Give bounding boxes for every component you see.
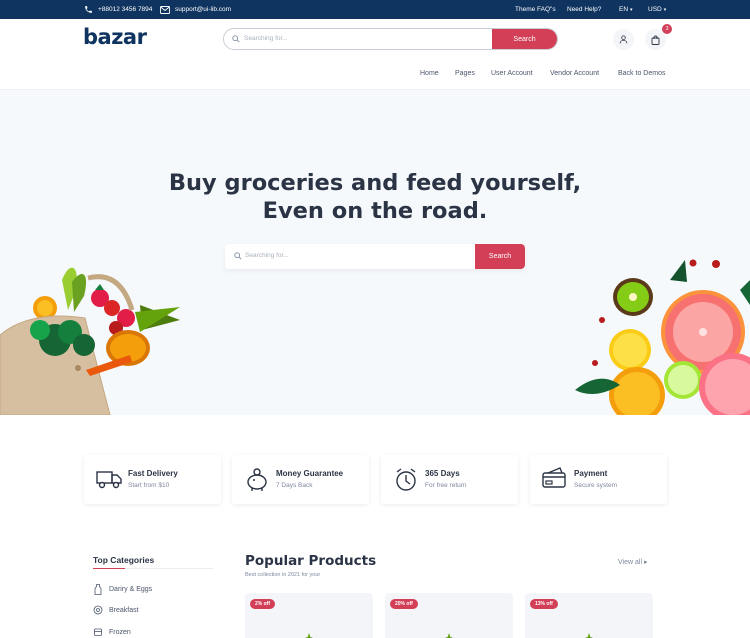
service-title: Money Guarantee — [276, 469, 344, 478]
popular-products-title: Popular Products — [245, 553, 377, 569]
hero-search-button[interactable]: Search — [475, 244, 525, 269]
chevron-right-icon: ▸ — [643, 559, 648, 566]
popular-products-subtitle: Best collection in 2021 for your — [245, 572, 321, 578]
service-title: 365 Days — [425, 469, 460, 478]
service-card-payment[interactable]: Payment Secure system — [530, 455, 667, 504]
category-item-frozen[interactable]: Frozen — [93, 626, 131, 638]
need-help-label: Need Help? — [567, 6, 602, 13]
product-image — [445, 633, 453, 638]
phone-number: +88012 3456 7894 — [98, 6, 153, 13]
email-contact[interactable]: support@ui-lib.com — [160, 0, 231, 19]
account-button[interactable] — [613, 29, 634, 50]
shopping-bag-icon — [651, 35, 660, 45]
service-card-fast-delivery[interactable]: Fast Delivery Start from $10 — [84, 455, 221, 504]
hero-search-input[interactable]: Searching for... — [245, 252, 289, 259]
service-title: Payment — [574, 469, 608, 478]
category-label: Breakfast — [109, 606, 139, 614]
alarm-clock-icon — [396, 468, 416, 491]
need-help-link[interactable]: Need Help? — [567, 0, 601, 19]
language-select[interactable]: EN ▾ — [619, 0, 633, 19]
phone-contact[interactable]: +88012 3456 7894 — [84, 0, 152, 19]
theme-faq-link[interactable]: Theme FAQ"s — [515, 0, 556, 19]
search-input[interactable]: Searching for... — [244, 35, 288, 42]
chevron-down-icon: ▾ — [630, 6, 633, 13]
category-item-breakfast[interactable]: Breakfast — [93, 604, 139, 616]
language-value: EN — [619, 6, 629, 13]
view-all-label: View all — [618, 559, 642, 566]
brand-logo[interactable]: bazar — [83, 25, 147, 49]
discount-badge: 13% off — [530, 599, 558, 609]
grocery-bag-image — [0, 267, 180, 415]
email-address: support@ui-lib.com — [175, 6, 232, 13]
category-label: Dariry & Eggs — [109, 585, 153, 593]
search-icon — [234, 252, 242, 260]
hero-title-line-1: Buy groceries and feed yourself, — [168, 170, 582, 196]
product-card[interactable]: 2% off — [245, 593, 373, 638]
search-button[interactable]: Search — [492, 29, 557, 49]
service-subtitle: Secure system — [574, 482, 617, 489]
hero-search: Searching for... Search — [225, 244, 525, 269]
frozen-icon — [94, 628, 102, 636]
product-image — [305, 633, 313, 638]
service-card-365-days[interactable]: 365 Days For free return — [381, 455, 518, 504]
header-search: Searching for... Search — [223, 28, 558, 50]
service-subtitle: Start from $10 — [128, 482, 170, 489]
hero-title-line-2: Even on the road. — [262, 198, 488, 224]
phone-icon — [85, 6, 92, 13]
theme-faq-label: Theme FAQ"s — [515, 6, 556, 13]
product-card[interactable]: 20% off — [385, 593, 513, 638]
view-all-link[interactable]: View all ▸ — [618, 558, 647, 566]
discount-badge: 2% off — [250, 599, 275, 609]
discount-badge: 20% off — [390, 599, 418, 609]
site-header: bazar Searching for... Search 3 Home Pag… — [0, 19, 750, 90]
service-card-money-guarantee[interactable]: Money Guarantee 7 Days Back — [232, 455, 369, 504]
fruits-image — [575, 259, 750, 415]
nav-vendor-account[interactable]: Vendor Account — [550, 70, 599, 82]
hero-banner: Buy groceries and feed yourself, Even on… — [0, 90, 750, 415]
user-icon — [619, 35, 628, 44]
service-subtitle: 7 Days Back — [276, 482, 313, 489]
breakfast-icon — [93, 605, 103, 615]
product-image — [585, 633, 593, 638]
piggy-bank-icon — [247, 468, 267, 491]
search-icon — [232, 35, 240, 43]
categories-divider-accent — [93, 568, 125, 569]
mail-icon — [160, 5, 170, 14]
product-card[interactable]: 13% off — [525, 593, 653, 638]
credit-card-icon — [542, 467, 566, 488]
service-title: Fast Delivery — [128, 469, 178, 478]
nav-user-account[interactable]: User Account — [491, 70, 533, 82]
truck-icon — [96, 471, 122, 489]
nav-pages[interactable]: Pages — [455, 70, 475, 82]
nav-home[interactable]: Home — [420, 70, 439, 82]
top-bar: +88012 3456 7894 support@ui-lib.com Them… — [0, 0, 750, 19]
category-item-dairy-eggs[interactable]: Dariry & Eggs — [93, 583, 152, 595]
nav-back-to-demos[interactable]: Back to Demos — [618, 70, 665, 82]
cart-count-badge: 3 — [662, 24, 672, 34]
chevron-down-icon: ▾ — [663, 6, 667, 13]
currency-select[interactable]: USD ▾ — [648, 0, 666, 19]
milk-bottle-icon — [94, 583, 102, 595]
category-label: Frozen — [109, 628, 131, 636]
currency-value: USD — [648, 6, 662, 13]
categories-title: Top Categories — [93, 555, 155, 565]
service-subtitle: For free return — [425, 482, 467, 489]
